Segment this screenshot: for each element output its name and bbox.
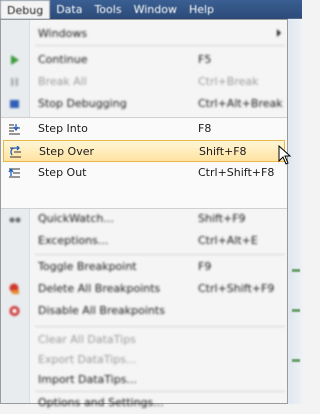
menu-item-options-settings[interactable]: Options and Settings... <box>1 392 287 414</box>
menu-item-windows[interactable]: Windows <box>1 23 287 45</box>
menu-separator <box>35 254 285 255</box>
menu-item-label: Break All <box>38 75 87 88</box>
delete-breakpoints-icon <box>9 283 19 294</box>
editor-background <box>288 19 302 404</box>
disable-breakpoints-icon <box>9 306 20 316</box>
menu-item-shortcut: Ctrl+Shift+F8 <box>198 166 275 179</box>
mouse-cursor-icon <box>278 145 292 165</box>
menu-item-disable-all-breakpoints[interactable]: Disable All Breakpoints <box>1 300 287 322</box>
menu-item-label: Delete All Breakpoints <box>38 282 161 295</box>
menu-section-lower: QuickWatch... Shift+F9 Exceptions... Ctr… <box>1 208 287 409</box>
menu-item-shortcut: Ctrl+Break <box>198 75 259 88</box>
menu-item-label: Disable All Breakpoints <box>38 304 165 317</box>
play-icon <box>11 55 19 65</box>
editor-marker <box>292 269 300 272</box>
menu-separator <box>35 326 285 327</box>
menu-separator <box>35 45 285 46</box>
menu-item-step-over[interactable]: Step Over Shift+F8 <box>3 140 285 162</box>
menu-item-label: Clear All DataTips <box>38 333 136 346</box>
menu-item-shortcut: F9 <box>198 260 212 273</box>
menu-item-label: Step Over <box>39 145 94 158</box>
menu-window[interactable]: Window <box>128 0 183 19</box>
menu-item-shortcut: Ctrl+Alt+E <box>198 234 258 247</box>
editor-marker <box>292 309 300 312</box>
menu-item-shortcut: Ctrl+Alt+Break <box>198 97 283 110</box>
menu-tools[interactable]: Tools <box>88 0 127 19</box>
debug-menu-dropdown: Windows Continue F5 Break All Ctrl+Break… <box>0 19 288 409</box>
menu-section-upper: Windows Continue F5 Break All Ctrl+Break… <box>1 20 287 116</box>
menu-bar: Debug Data Tools Window Help <box>0 0 302 19</box>
menu-item-shortcut: Shift+F9 <box>198 212 246 225</box>
menu-item-quickwatch[interactable]: QuickWatch... Shift+F9 <box>1 208 287 230</box>
step-out-icon <box>8 167 20 178</box>
menu-item-label: Exceptions... <box>38 234 109 247</box>
menu-item-label: Continue <box>38 53 88 66</box>
menu-item-label: QuickWatch... <box>38 212 114 225</box>
menu-item-stop-debugging[interactable]: Stop Debugging Ctrl+Alt+Break <box>1 93 287 115</box>
editor-marker <box>292 359 300 362</box>
menu-item-label: Import DataTips... <box>38 373 137 386</box>
menu-item-import-datatips[interactable]: Import DataTips... <box>1 369 287 391</box>
menu-debug[interactable]: Debug <box>0 0 51 19</box>
menu-item-label: Export DataTips... <box>38 353 137 366</box>
menu-item-label: Options and Settings... <box>38 396 164 409</box>
menu-item-exceptions[interactable]: Exceptions... Ctrl+Alt+E <box>1 230 287 252</box>
menu-item-shortcut: Shift+F8 <box>199 145 247 158</box>
menu-item-label: Toggle Breakpoint <box>38 260 137 273</box>
menu-item-clear-all-datatips[interactable]: Clear All DataTips <box>1 329 287 351</box>
submenu-arrow-icon <box>277 29 281 37</box>
menu-item-shortcut: Ctrl+Shift+F9 <box>198 282 275 295</box>
glasses-icon <box>9 217 21 223</box>
menu-item-step-out[interactable]: Step Out Ctrl+Shift+F8 <box>1 162 287 184</box>
menu-item-break-all[interactable]: Break All Ctrl+Break <box>1 71 287 93</box>
menu-item-shortcut: F8 <box>198 122 212 135</box>
menu-item-export-datatips[interactable]: Export DataTips... <box>1 349 287 371</box>
step-over-icon <box>10 146 21 158</box>
menu-item-shortcut: F5 <box>198 53 212 66</box>
menu-data[interactable]: Data <box>50 0 88 19</box>
menu-item-step-into[interactable]: Step Into F8 <box>1 118 287 140</box>
stop-icon <box>10 100 19 108</box>
menu-item-delete-all-breakpoints[interactable]: Delete All Breakpoints Ctrl+Shift+F9 <box>1 278 287 300</box>
step-into-icon <box>9 124 20 135</box>
menu-item-toggle-breakpoint[interactable]: Toggle Breakpoint F9 <box>1 256 287 278</box>
menu-section-stepping: Step Into F8 Step Over Shift+F8 Step Out… <box>1 117 287 209</box>
menu-item-label: Step Out <box>38 166 87 179</box>
menu-item-label: Stop Debugging <box>38 97 127 110</box>
menu-item-label: Step Into <box>38 122 88 135</box>
menu-help[interactable]: Help <box>183 0 220 19</box>
pause-icon <box>11 78 18 86</box>
menu-item-continue[interactable]: Continue F5 <box>1 49 287 71</box>
menu-item-label: Windows <box>38 27 88 40</box>
